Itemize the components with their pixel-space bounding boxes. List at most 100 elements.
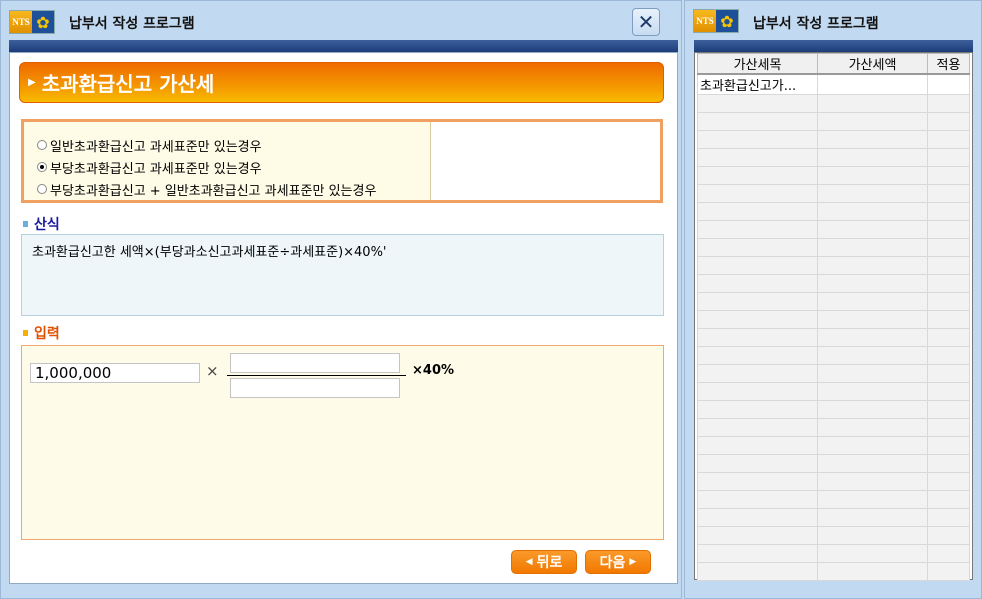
table-cell[interactable] <box>697 292 818 311</box>
table-cell[interactable] <box>927 148 970 167</box>
table-cell[interactable] <box>697 562 818 581</box>
table-row[interactable] <box>697 400 970 419</box>
table-cell[interactable] <box>927 400 970 419</box>
table-cell[interactable] <box>927 526 970 545</box>
table-row[interactable] <box>697 562 970 581</box>
table-cell[interactable] <box>697 310 818 329</box>
table-row[interactable] <box>697 346 970 365</box>
table-cell[interactable] <box>697 112 818 131</box>
table-cell[interactable] <box>697 526 818 545</box>
table-row[interactable] <box>697 364 970 383</box>
numerator-input[interactable] <box>230 353 400 373</box>
table-cell[interactable] <box>817 202 928 221</box>
table-cell[interactable] <box>697 508 818 527</box>
table-row[interactable]: 초과환급신고가... <box>697 73 970 95</box>
table-cell[interactable] <box>697 202 818 221</box>
next-button[interactable]: 다음 ▶ <box>585 550 651 574</box>
table-cell[interactable] <box>927 94 970 113</box>
table-cell[interactable] <box>927 238 970 257</box>
table-cell[interactable] <box>697 94 818 113</box>
table-row[interactable] <box>697 382 970 401</box>
table-cell[interactable] <box>817 130 928 149</box>
table-cell[interactable] <box>927 328 970 347</box>
table-cell[interactable] <box>817 400 928 419</box>
column-header[interactable]: 가산세액 <box>817 53 928 75</box>
table-cell[interactable] <box>817 274 928 293</box>
table-cell[interactable] <box>927 472 970 491</box>
table-cell[interactable] <box>927 73 970 95</box>
table-cell[interactable] <box>817 436 928 455</box>
table-cell[interactable] <box>927 490 970 509</box>
table-cell[interactable] <box>817 94 928 113</box>
table-row[interactable] <box>697 148 970 167</box>
table-cell[interactable] <box>927 508 970 527</box>
table-cell[interactable] <box>927 112 970 131</box>
table-cell[interactable] <box>927 220 970 239</box>
table-cell[interactable] <box>817 148 928 167</box>
table-cell[interactable] <box>697 238 818 257</box>
table-row[interactable] <box>697 184 970 203</box>
radio-button-selected[interactable] <box>37 162 47 172</box>
table-cell[interactable] <box>697 166 818 185</box>
table-cell[interactable] <box>927 274 970 293</box>
table-cell[interactable] <box>817 472 928 491</box>
table-cell[interactable] <box>817 238 928 257</box>
table-cell[interactable] <box>927 130 970 149</box>
table-cell[interactable] <box>697 148 818 167</box>
table-row[interactable] <box>697 490 970 509</box>
table-row[interactable] <box>697 472 970 491</box>
table-cell[interactable] <box>697 472 818 491</box>
table-cell[interactable] <box>697 382 818 401</box>
table-cell[interactable] <box>927 454 970 473</box>
table-row[interactable] <box>697 256 970 275</box>
table-cell[interactable] <box>927 418 970 437</box>
table-cell[interactable] <box>817 418 928 437</box>
table-cell[interactable] <box>927 292 970 311</box>
table-cell[interactable] <box>697 490 818 509</box>
back-button[interactable]: ◀ 뒤로 <box>511 550 577 574</box>
table-cell[interactable] <box>697 220 818 239</box>
table-row[interactable] <box>697 328 970 347</box>
table-cell[interactable] <box>817 454 928 473</box>
table-cell[interactable] <box>817 382 928 401</box>
table-row[interactable] <box>697 274 970 293</box>
option-general[interactable]: 일반초과환급신고 과세표준만 있는경우 <box>37 134 430 156</box>
table-cell[interactable] <box>697 454 818 473</box>
table-row[interactable] <box>697 238 970 257</box>
option-both[interactable]: 부당초과환급신고 + 일반초과환급신고 과세표준만 있는경우 <box>37 178 430 200</box>
table-row[interactable] <box>697 310 970 329</box>
table-row[interactable] <box>697 292 970 311</box>
table-cell[interactable] <box>697 256 818 275</box>
table-cell[interactable] <box>817 73 928 95</box>
option-unfair[interactable]: 부당초과환급신고 과세표준만 있는경우 <box>37 156 430 178</box>
table-cell[interactable] <box>817 112 928 131</box>
table-cell[interactable] <box>817 292 928 311</box>
table-cell[interactable] <box>817 256 928 275</box>
table-row[interactable] <box>697 130 970 149</box>
close-button[interactable]: ✕ <box>632 8 660 36</box>
table-cell[interactable] <box>817 526 928 545</box>
table-cell[interactable] <box>817 508 928 527</box>
table-cell[interactable] <box>697 328 818 347</box>
table-cell[interactable] <box>927 382 970 401</box>
table-cell[interactable] <box>817 544 928 563</box>
radio-button[interactable] <box>37 184 47 194</box>
table-cell[interactable] <box>927 166 970 185</box>
table-row[interactable] <box>697 220 970 239</box>
table-cell[interactable] <box>817 346 928 365</box>
table-cell[interactable] <box>817 490 928 509</box>
table-row[interactable] <box>697 454 970 473</box>
table-cell[interactable] <box>697 418 818 437</box>
table-row[interactable] <box>697 436 970 455</box>
table-row[interactable] <box>697 418 970 437</box>
table-cell[interactable] <box>927 544 970 563</box>
table-cell[interactable] <box>927 364 970 383</box>
table-cell[interactable] <box>817 328 928 347</box>
radio-button[interactable] <box>37 140 47 150</box>
table-cell[interactable] <box>697 364 818 383</box>
table-cell[interactable] <box>817 220 928 239</box>
table-row[interactable] <box>697 526 970 545</box>
table-row[interactable] <box>697 112 970 131</box>
table-cell[interactable] <box>927 436 970 455</box>
table-cell[interactable] <box>817 364 928 383</box>
